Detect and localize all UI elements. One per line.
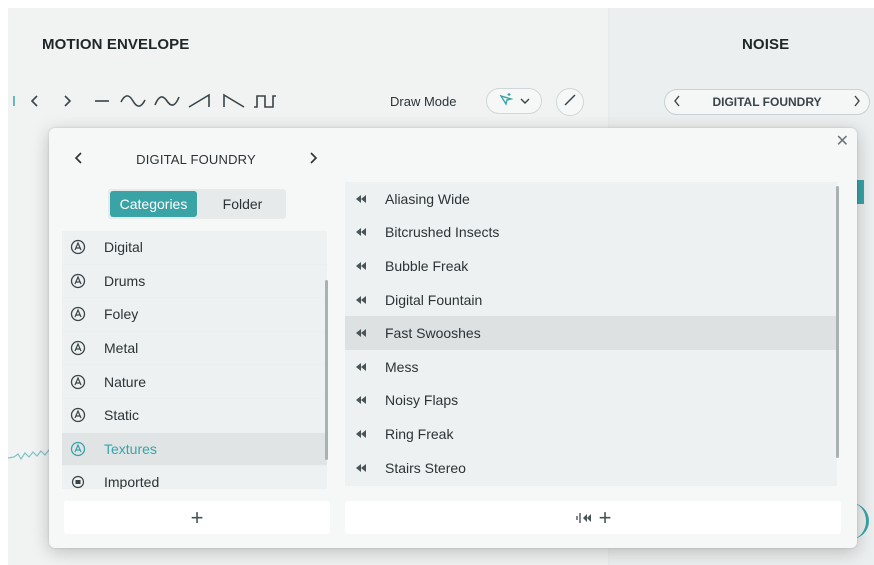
pencil-icon: [563, 93, 577, 112]
category-icon: [68, 338, 88, 358]
library-navigator: DIGITAL FOUNDRY: [71, 148, 321, 170]
pencil-tool-button[interactable]: [556, 88, 584, 116]
preset-label: Aliasing Wide: [385, 190, 470, 207]
flat-line-icon[interactable]: [88, 94, 116, 108]
preset-label: Fast Swooshes: [385, 325, 481, 342]
preset-scrollbar[interactable]: [836, 186, 839, 458]
sample-icon: [355, 429, 369, 439]
category-item-selected[interactable]: Textures: [62, 432, 327, 467]
window-edge-left: [0, 0, 8, 565]
noise-title: NOISE: [742, 36, 790, 53]
chevron-left-icon[interactable]: [18, 94, 52, 108]
chevron-right-icon[interactable]: [305, 149, 321, 170]
library-name: DIGITAL FOUNDRY: [136, 151, 256, 167]
category-item[interactable]: Digital: [62, 231, 327, 265]
category-label: Static: [104, 407, 140, 424]
category-label: Metal: [104, 340, 139, 357]
category-icon: [68, 237, 88, 257]
sample-icon: [355, 227, 369, 237]
preset-browser-popup: ✕ DIGITAL FOUNDRY Categories Folder Digi…: [49, 128, 857, 548]
category-icon: [68, 372, 88, 392]
sample-icon: [355, 261, 369, 271]
tab-categories[interactable]: Categories: [110, 191, 197, 217]
sample-icon: [355, 463, 369, 473]
ramp-down-icon[interactable]: [218, 93, 248, 109]
chevron-down-icon: [520, 92, 530, 110]
category-icon: [68, 439, 88, 459]
plus-icon: +: [190, 504, 204, 530]
sample-icon: [355, 328, 369, 338]
browse-mode-toggle: Categories Folder: [108, 189, 286, 219]
preset-item[interactable]: Noisy Flaps: [345, 384, 837, 418]
chevron-right-icon[interactable]: [52, 94, 82, 108]
preset-item-selected[interactable]: Fast Swooshes: [345, 316, 837, 350]
sample-icon: [355, 362, 369, 372]
preset-label: Noisy Flaps: [385, 392, 459, 409]
sample-icon: [575, 505, 593, 531]
category-list: Digital Drums Foley Metal Nature Static …: [62, 231, 327, 489]
sample-icon: [355, 194, 369, 204]
sine-wave-icon[interactable]: [116, 93, 150, 109]
category-item[interactable]: Metal: [62, 331, 327, 366]
category-item[interactable]: Nature: [62, 365, 327, 399]
envelope-toolbar: [10, 84, 282, 118]
category-icon: [68, 405, 88, 425]
preset-label: Ring Freak: [385, 425, 454, 442]
sparkle-cursor-icon: [498, 92, 514, 111]
preset-item[interactable]: Bubble Freak: [345, 249, 837, 283]
category-scrollbar[interactable]: [325, 280, 328, 460]
category-label: Drums: [104, 272, 146, 289]
draw-mode-label: Draw Mode: [390, 94, 457, 109]
noise-library-name: DIGITAL FOUNDRY: [712, 95, 822, 109]
chevron-left-icon[interactable]: [673, 95, 681, 110]
preset-label: Bitcrushed Insects: [385, 224, 500, 241]
sample-icon: [355, 395, 369, 405]
reverse-sine-icon[interactable]: [150, 93, 184, 109]
category-icon: [68, 304, 88, 324]
draw-mode-dropdown[interactable]: [486, 88, 542, 114]
category-label: Digital: [104, 239, 143, 256]
category-label: Textures: [104, 440, 157, 457]
preset-label: Mess: [385, 358, 419, 375]
category-label: Nature: [104, 373, 147, 390]
add-sample-button[interactable]: +: [345, 501, 841, 534]
add-category-button[interactable]: +: [64, 501, 330, 534]
sample-icon: [355, 295, 369, 305]
envelope-handle-icon: [10, 96, 18, 106]
preset-list: Aliasing Wide Bitcrushed Insects Bubble …: [345, 182, 837, 486]
motion-envelope-title: MOTION ENVELOPE: [42, 36, 190, 53]
tab-folder[interactable]: Folder: [199, 189, 286, 219]
imported-icon: [68, 472, 88, 489]
square-wave-icon[interactable]: [248, 93, 282, 109]
window-edge-top: [0, 0, 874, 8]
category-item[interactable]: Drums: [62, 264, 327, 299]
chevron-left-icon[interactable]: [71, 149, 87, 170]
noise-library-selector[interactable]: DIGITAL FOUNDRY: [664, 89, 870, 115]
preset-item[interactable]: Mess: [345, 350, 837, 384]
preset-item[interactable]: Stairs Stereo: [345, 451, 837, 485]
preset-item[interactable]: Aliasing Wide: [345, 182, 837, 216]
category-item[interactable]: Foley: [62, 298, 327, 332]
preset-item[interactable]: Bitcrushed Insects: [345, 216, 837, 250]
category-item[interactable]: Static: [62, 398, 327, 433]
meter-fragment: [856, 180, 864, 204]
category-icon: [68, 271, 88, 291]
category-label: Imported: [104, 474, 160, 489]
ramp-up-icon[interactable]: [184, 93, 218, 109]
preset-label: Bubble Freak: [385, 257, 469, 274]
preset-label: Stairs Stereo: [385, 459, 466, 476]
preset-item[interactable]: Digital Fountain: [345, 283, 837, 317]
preset-label: Digital Fountain: [385, 291, 483, 308]
chevron-right-icon[interactable]: [853, 95, 861, 110]
category-item[interactable]: Imported: [62, 466, 327, 489]
preset-item[interactable]: Ring Freak: [345, 417, 837, 451]
close-icon[interactable]: ✕: [836, 134, 849, 150]
plus-icon: +: [598, 504, 612, 530]
category-label: Foley: [104, 306, 139, 323]
